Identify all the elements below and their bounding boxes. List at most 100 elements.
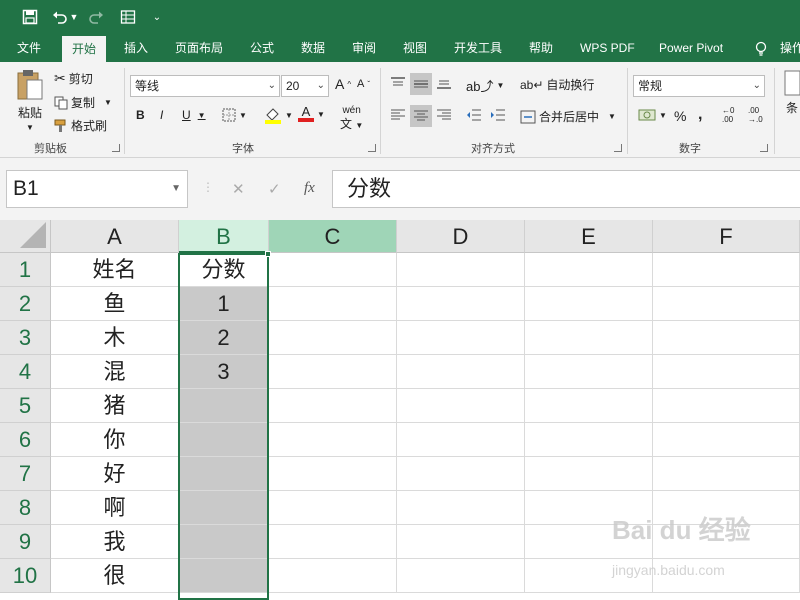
- row-header[interactable]: 7: [0, 457, 51, 491]
- cell[interactable]: [525, 355, 653, 389]
- middle-align-button[interactable]: [410, 73, 432, 95]
- cell[interactable]: 分数: [179, 253, 269, 287]
- row-header[interactable]: 3: [0, 321, 51, 355]
- paste-button[interactable]: 粘贴 ▼: [12, 68, 48, 132]
- cell[interactable]: [525, 253, 653, 287]
- bottom-align-button[interactable]: [436, 76, 452, 90]
- cell[interactable]: [269, 423, 397, 457]
- cell[interactable]: [397, 457, 525, 491]
- format-painter-button[interactable]: 格式刷: [54, 117, 107, 134]
- cell[interactable]: 你: [51, 423, 179, 457]
- cell[interactable]: [269, 253, 397, 287]
- cell[interactable]: [179, 491, 269, 525]
- align-right-button[interactable]: [436, 108, 452, 122]
- cell[interactable]: [269, 559, 397, 593]
- tab-data[interactable]: 数据: [301, 34, 325, 62]
- font-size-select[interactable]: 20 ⌄: [281, 75, 329, 97]
- border-button[interactable]: ▼: [222, 108, 247, 122]
- column-header-b[interactable]: B: [179, 220, 269, 253]
- cell[interactable]: 好: [51, 457, 179, 491]
- alignment-launcher-icon[interactable]: [614, 144, 622, 152]
- tab-view[interactable]: 视图: [403, 34, 427, 62]
- cell[interactable]: [179, 389, 269, 423]
- cell[interactable]: [653, 355, 800, 389]
- cut-button[interactable]: ✂ 剪切: [54, 70, 93, 87]
- column-header-e[interactable]: E: [525, 220, 653, 253]
- italic-button[interactable]: I: [160, 108, 163, 122]
- copy-button[interactable]: 复制 ▼: [54, 94, 112, 111]
- cell[interactable]: [525, 389, 653, 423]
- font-name-select[interactable]: 等线 ⌄: [130, 75, 280, 97]
- select-all-button[interactable]: [0, 220, 51, 253]
- cell[interactable]: [653, 389, 800, 423]
- chevron-down-icon[interactable]: ⌄: [150, 7, 164, 27]
- font-launcher-icon[interactable]: [368, 144, 376, 152]
- cell[interactable]: [269, 491, 397, 525]
- cell[interactable]: 姓名: [51, 253, 179, 287]
- cancel-icon[interactable]: ✕: [232, 180, 245, 198]
- increase-decimal-button[interactable]: ←0.00: [722, 106, 734, 124]
- cell[interactable]: [653, 253, 800, 287]
- conditional-formatting-button[interactable]: 条: [784, 70, 800, 116]
- cell[interactable]: [397, 389, 525, 423]
- tab-home[interactable]: 开始: [62, 36, 107, 62]
- cell[interactable]: [269, 389, 397, 423]
- align-left-button[interactable]: [390, 108, 406, 122]
- column-header-d[interactable]: D: [397, 220, 525, 253]
- row-header[interactable]: 8: [0, 491, 51, 525]
- row-header[interactable]: 1: [0, 253, 51, 287]
- row-header[interactable]: 5: [0, 389, 51, 423]
- decrease-decimal-button[interactable]: .00 →.0: [748, 106, 763, 124]
- fill-color-button[interactable]: ▼: [264, 106, 293, 124]
- grow-font-button[interactable]: A ^: [335, 76, 351, 92]
- shrink-font-button[interactable]: Aˇ: [357, 78, 370, 90]
- formula-input[interactable]: 分数: [332, 170, 800, 208]
- save-icon[interactable]: [20, 7, 40, 27]
- column-header-f[interactable]: F: [653, 220, 800, 253]
- row-header[interactable]: 10: [0, 559, 51, 593]
- cell[interactable]: [525, 321, 653, 355]
- cell[interactable]: [525, 287, 653, 321]
- cell[interactable]: 很: [51, 559, 179, 593]
- cell[interactable]: [397, 355, 525, 389]
- merge-center-button[interactable]: 合并后居中 ▼: [520, 108, 616, 125]
- cell[interactable]: 啊: [51, 491, 179, 525]
- cell[interactable]: [653, 423, 800, 457]
- bold-button[interactable]: B: [136, 108, 145, 122]
- cell[interactable]: [179, 423, 269, 457]
- cell[interactable]: 猪: [51, 389, 179, 423]
- copy-dropdown-icon[interactable]: ▼: [104, 98, 112, 107]
- enter-icon[interactable]: ✓: [268, 180, 281, 198]
- cell[interactable]: [269, 457, 397, 491]
- cell[interactable]: 1: [179, 287, 269, 321]
- tab-wps-pdf[interactable]: WPS PDF: [580, 34, 635, 62]
- cell[interactable]: [397, 321, 525, 355]
- cell[interactable]: [397, 559, 525, 593]
- top-align-button[interactable]: [390, 76, 406, 90]
- cell[interactable]: [397, 253, 525, 287]
- cell[interactable]: [653, 457, 800, 491]
- number-format-select[interactable]: 常规 ⌄: [633, 75, 765, 97]
- cell[interactable]: [653, 321, 800, 355]
- redo-icon[interactable]: [86, 7, 106, 27]
- cell[interactable]: 3: [179, 355, 269, 389]
- form-icon[interactable]: [118, 7, 138, 27]
- insert-function-icon[interactable]: fx: [304, 180, 315, 197]
- cell[interactable]: [269, 321, 397, 355]
- cell[interactable]: [397, 423, 525, 457]
- column-header-a[interactable]: A: [51, 220, 179, 253]
- cell[interactable]: [525, 423, 653, 457]
- cell[interactable]: [269, 525, 397, 559]
- cell[interactable]: 混: [51, 355, 179, 389]
- merge-dropdown-icon[interactable]: ▼: [608, 112, 616, 121]
- tab-page-layout[interactable]: 页面布局: [175, 34, 223, 62]
- tab-formulas[interactable]: 公式: [250, 34, 274, 62]
- cell[interactable]: [397, 525, 525, 559]
- cell[interactable]: [397, 491, 525, 525]
- tab-tell-me[interactable]: 操作: [780, 34, 800, 62]
- row-header[interactable]: 2: [0, 287, 51, 321]
- cell[interactable]: 2: [179, 321, 269, 355]
- decrease-indent-button[interactable]: [466, 108, 482, 122]
- orientation-button[interactable]: ab⤴ ▼: [466, 76, 504, 95]
- cell[interactable]: 我: [51, 525, 179, 559]
